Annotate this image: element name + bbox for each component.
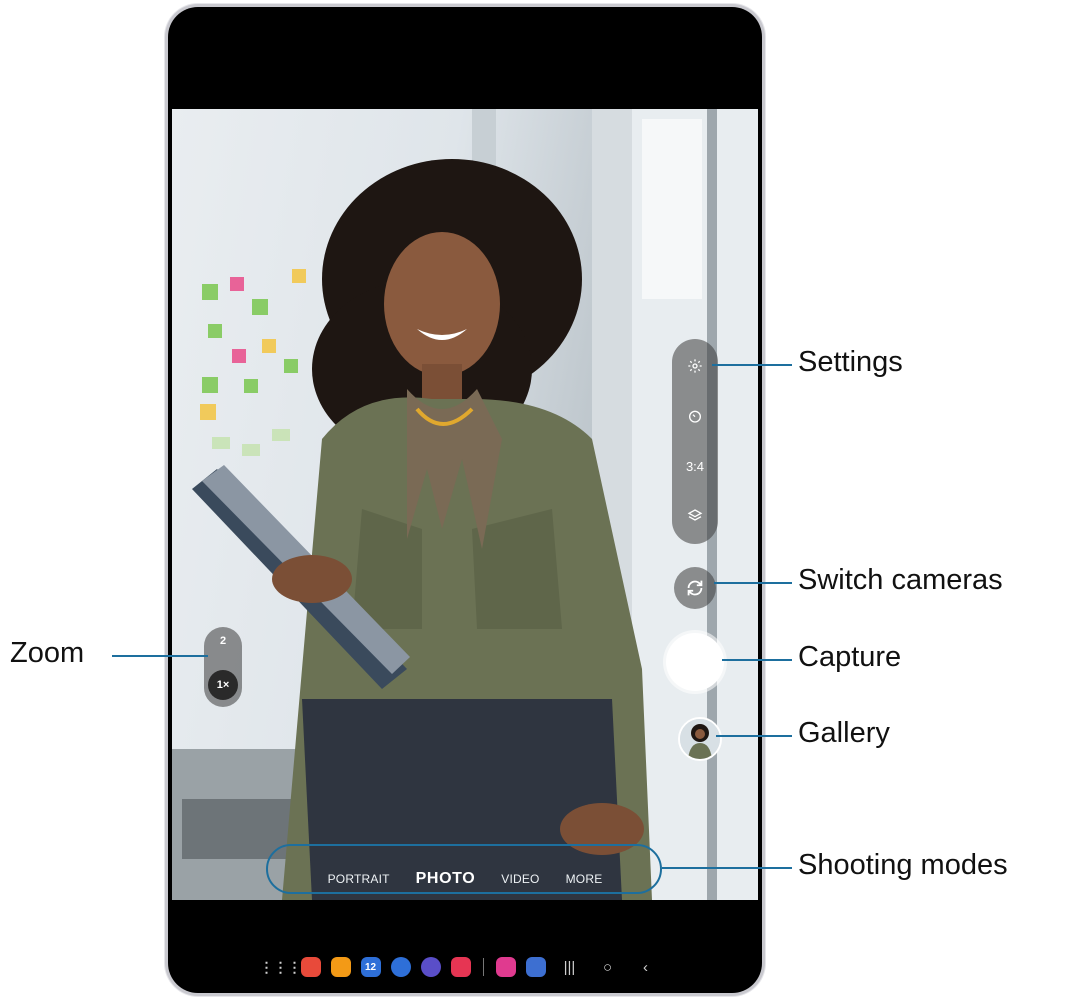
shooting-modes-callout-line	[662, 867, 792, 869]
zoom-control[interactable]: 2 1×	[204, 627, 242, 707]
calendar-app-icon[interactable]: 12	[360, 957, 381, 977]
settings-button[interactable]	[672, 343, 718, 389]
timer-icon	[689, 410, 701, 423]
capture-button[interactable]	[666, 633, 724, 691]
shooting-modes-callout: Shooting modes	[798, 849, 1008, 881]
taskbar: ⋮⋮⋮ 12 ||| ○ ‹	[168, 947, 762, 987]
camera-viewfinder[interactable]: 2 1× 3:4 PORTRAIT PHOTO VIDEO MORE	[172, 109, 758, 900]
gallery-callout: Gallery	[798, 717, 890, 749]
gallery-thumbnail[interactable]	[678, 717, 722, 761]
messages-app-icon[interactable]	[390, 957, 411, 977]
galaxy-store-app-icon[interactable]	[495, 957, 516, 977]
gallery-callout-line	[716, 735, 792, 737]
settings-app-icon[interactable]	[525, 957, 546, 977]
camera-switch-icon	[687, 580, 703, 596]
gear-icon	[688, 359, 702, 373]
aspect-ratio-button[interactable]: 3:4	[672, 443, 718, 489]
shooting-modes-highlight	[266, 844, 662, 894]
timer-button[interactable]	[672, 393, 718, 439]
home-icon[interactable]: ○	[594, 959, 622, 976]
quick-settings-panel: 3:4	[672, 339, 718, 544]
filters-button[interactable]	[672, 493, 718, 539]
internet-app-icon[interactable]	[420, 957, 441, 977]
screen-recorder-app-icon[interactable]	[450, 957, 471, 977]
back-icon[interactable]: ‹	[632, 959, 660, 976]
settings-callout-line	[712, 364, 792, 366]
files-app-icon[interactable]	[330, 957, 351, 977]
viewfinder-scene	[172, 109, 758, 900]
settings-callout: Settings	[798, 346, 903, 378]
switch-cameras-callout: Switch cameras	[798, 564, 1003, 596]
recents-icon[interactable]: |||	[556, 959, 584, 976]
capture-callout-line	[722, 659, 792, 661]
apps-grid-icon[interactable]: ⋮⋮⋮	[260, 957, 302, 977]
taskbar-divider	[482, 958, 484, 976]
zoom-option-1x[interactable]: 1×	[208, 670, 238, 700]
gallery-preview-image	[680, 719, 720, 759]
switch-cameras-button[interactable]	[674, 567, 716, 609]
zoom-option-2x[interactable]: 2	[204, 635, 242, 647]
notes-app-icon[interactable]	[300, 957, 321, 977]
zoom-callout: Zoom	[10, 637, 85, 669]
capture-callout: Capture	[798, 641, 902, 673]
switch-cameras-callout-line	[714, 582, 792, 584]
layers-icon	[687, 509, 703, 521]
zoom-callout-line	[112, 655, 208, 657]
